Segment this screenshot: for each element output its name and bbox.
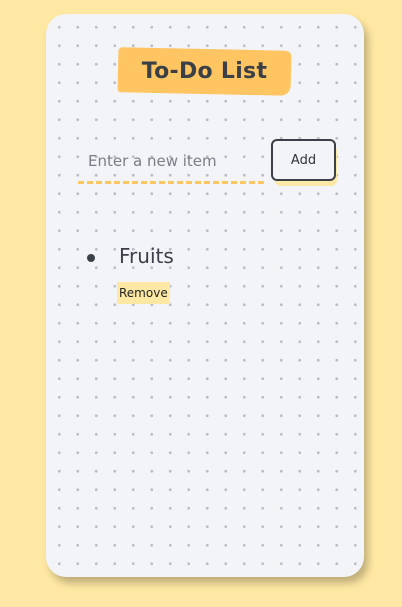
add-button[interactable]: Add [271, 139, 336, 181]
page-title: To-Do List [141, 59, 268, 84]
list-item: Fruits Remove [78, 240, 328, 320]
bullet-icon [87, 254, 95, 262]
remove-button[interactable]: Remove [117, 282, 170, 304]
new-item-input[interactable] [78, 140, 264, 184]
todo-list: Fruits Remove [78, 240, 328, 320]
todo-item-text: Fruits [119, 244, 174, 268]
